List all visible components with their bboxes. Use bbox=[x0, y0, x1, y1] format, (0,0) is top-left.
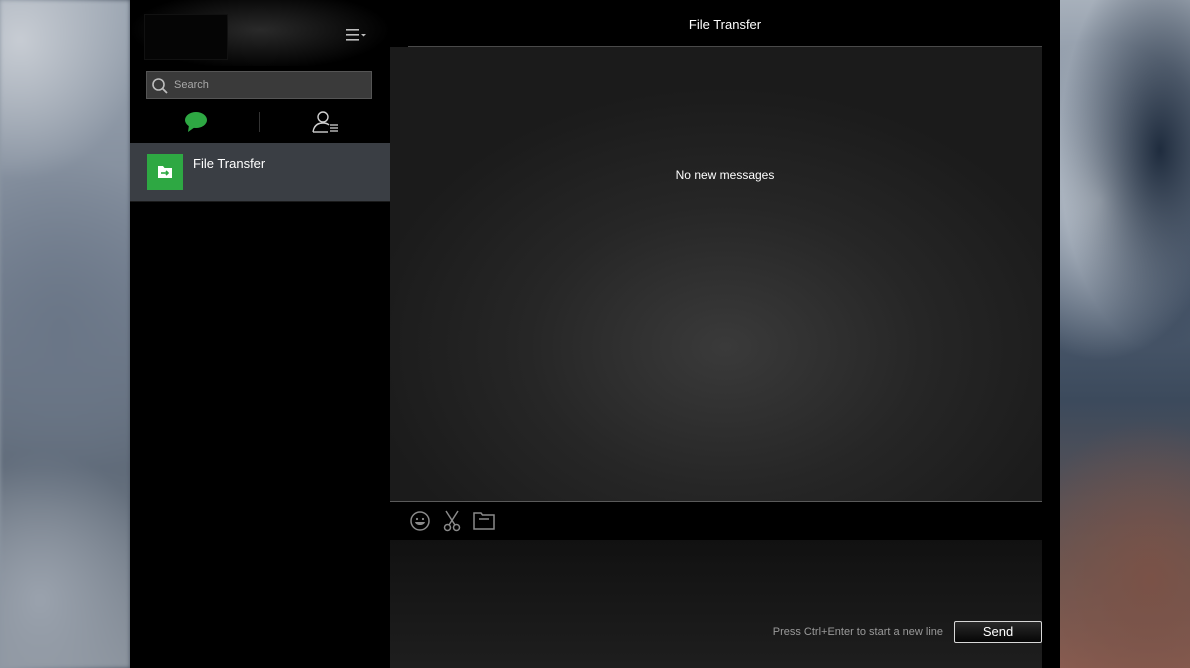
chat-item-name: File Transfer bbox=[193, 156, 266, 171]
search-box bbox=[146, 71, 372, 99]
search-icon bbox=[152, 78, 168, 94]
file-transfer-folder-icon bbox=[147, 154, 183, 190]
hamburger-menu-icon bbox=[346, 29, 366, 41]
sidebar-tabs bbox=[130, 106, 390, 138]
tab-chats[interactable] bbox=[180, 110, 212, 134]
empty-state-text: No new messages bbox=[675, 168, 775, 182]
divider bbox=[130, 201, 390, 202]
conversation-title: File Transfer bbox=[688, 17, 762, 32]
desktop-background-left bbox=[0, 0, 130, 668]
chat-list-item[interactable]: File Transfer bbox=[130, 143, 390, 201]
scissors-icon bbox=[443, 510, 461, 532]
emoji-icon bbox=[410, 511, 430, 531]
conversation-panel: File Transfer No new messages Press Ctrl… bbox=[390, 0, 1060, 668]
tab-divider bbox=[259, 112, 260, 132]
send-file-button[interactable] bbox=[472, 510, 496, 532]
screenshot-button[interactable] bbox=[440, 510, 464, 532]
menu-button[interactable] bbox=[344, 26, 370, 44]
sidebar: File Transfer bbox=[130, 0, 390, 668]
profile-area bbox=[130, 0, 390, 66]
folder-icon bbox=[473, 512, 495, 530]
chat-bubble-icon bbox=[185, 112, 207, 132]
emoji-button[interactable] bbox=[408, 510, 432, 532]
send-button[interactable]: Send bbox=[954, 621, 1042, 643]
panel-edge bbox=[1042, 47, 1060, 668]
avatar[interactable] bbox=[144, 14, 228, 60]
compose-toolbar bbox=[390, 502, 1042, 540]
compose-area: Press Ctrl+Enter to start a new line Sen… bbox=[390, 540, 1042, 668]
tab-contacts[interactable] bbox=[310, 109, 342, 135]
message-input[interactable] bbox=[400, 544, 1034, 618]
search-input[interactable] bbox=[174, 72, 364, 98]
compose-hint: Press Ctrl+Enter to start a new line bbox=[772, 626, 943, 638]
desktop-background-right bbox=[1060, 0, 1190, 668]
messages-area: No new messages bbox=[390, 47, 1042, 501]
app-window: File Transfer File Transfer No new messa… bbox=[130, 0, 1060, 668]
contacts-icon bbox=[312, 111, 338, 133]
